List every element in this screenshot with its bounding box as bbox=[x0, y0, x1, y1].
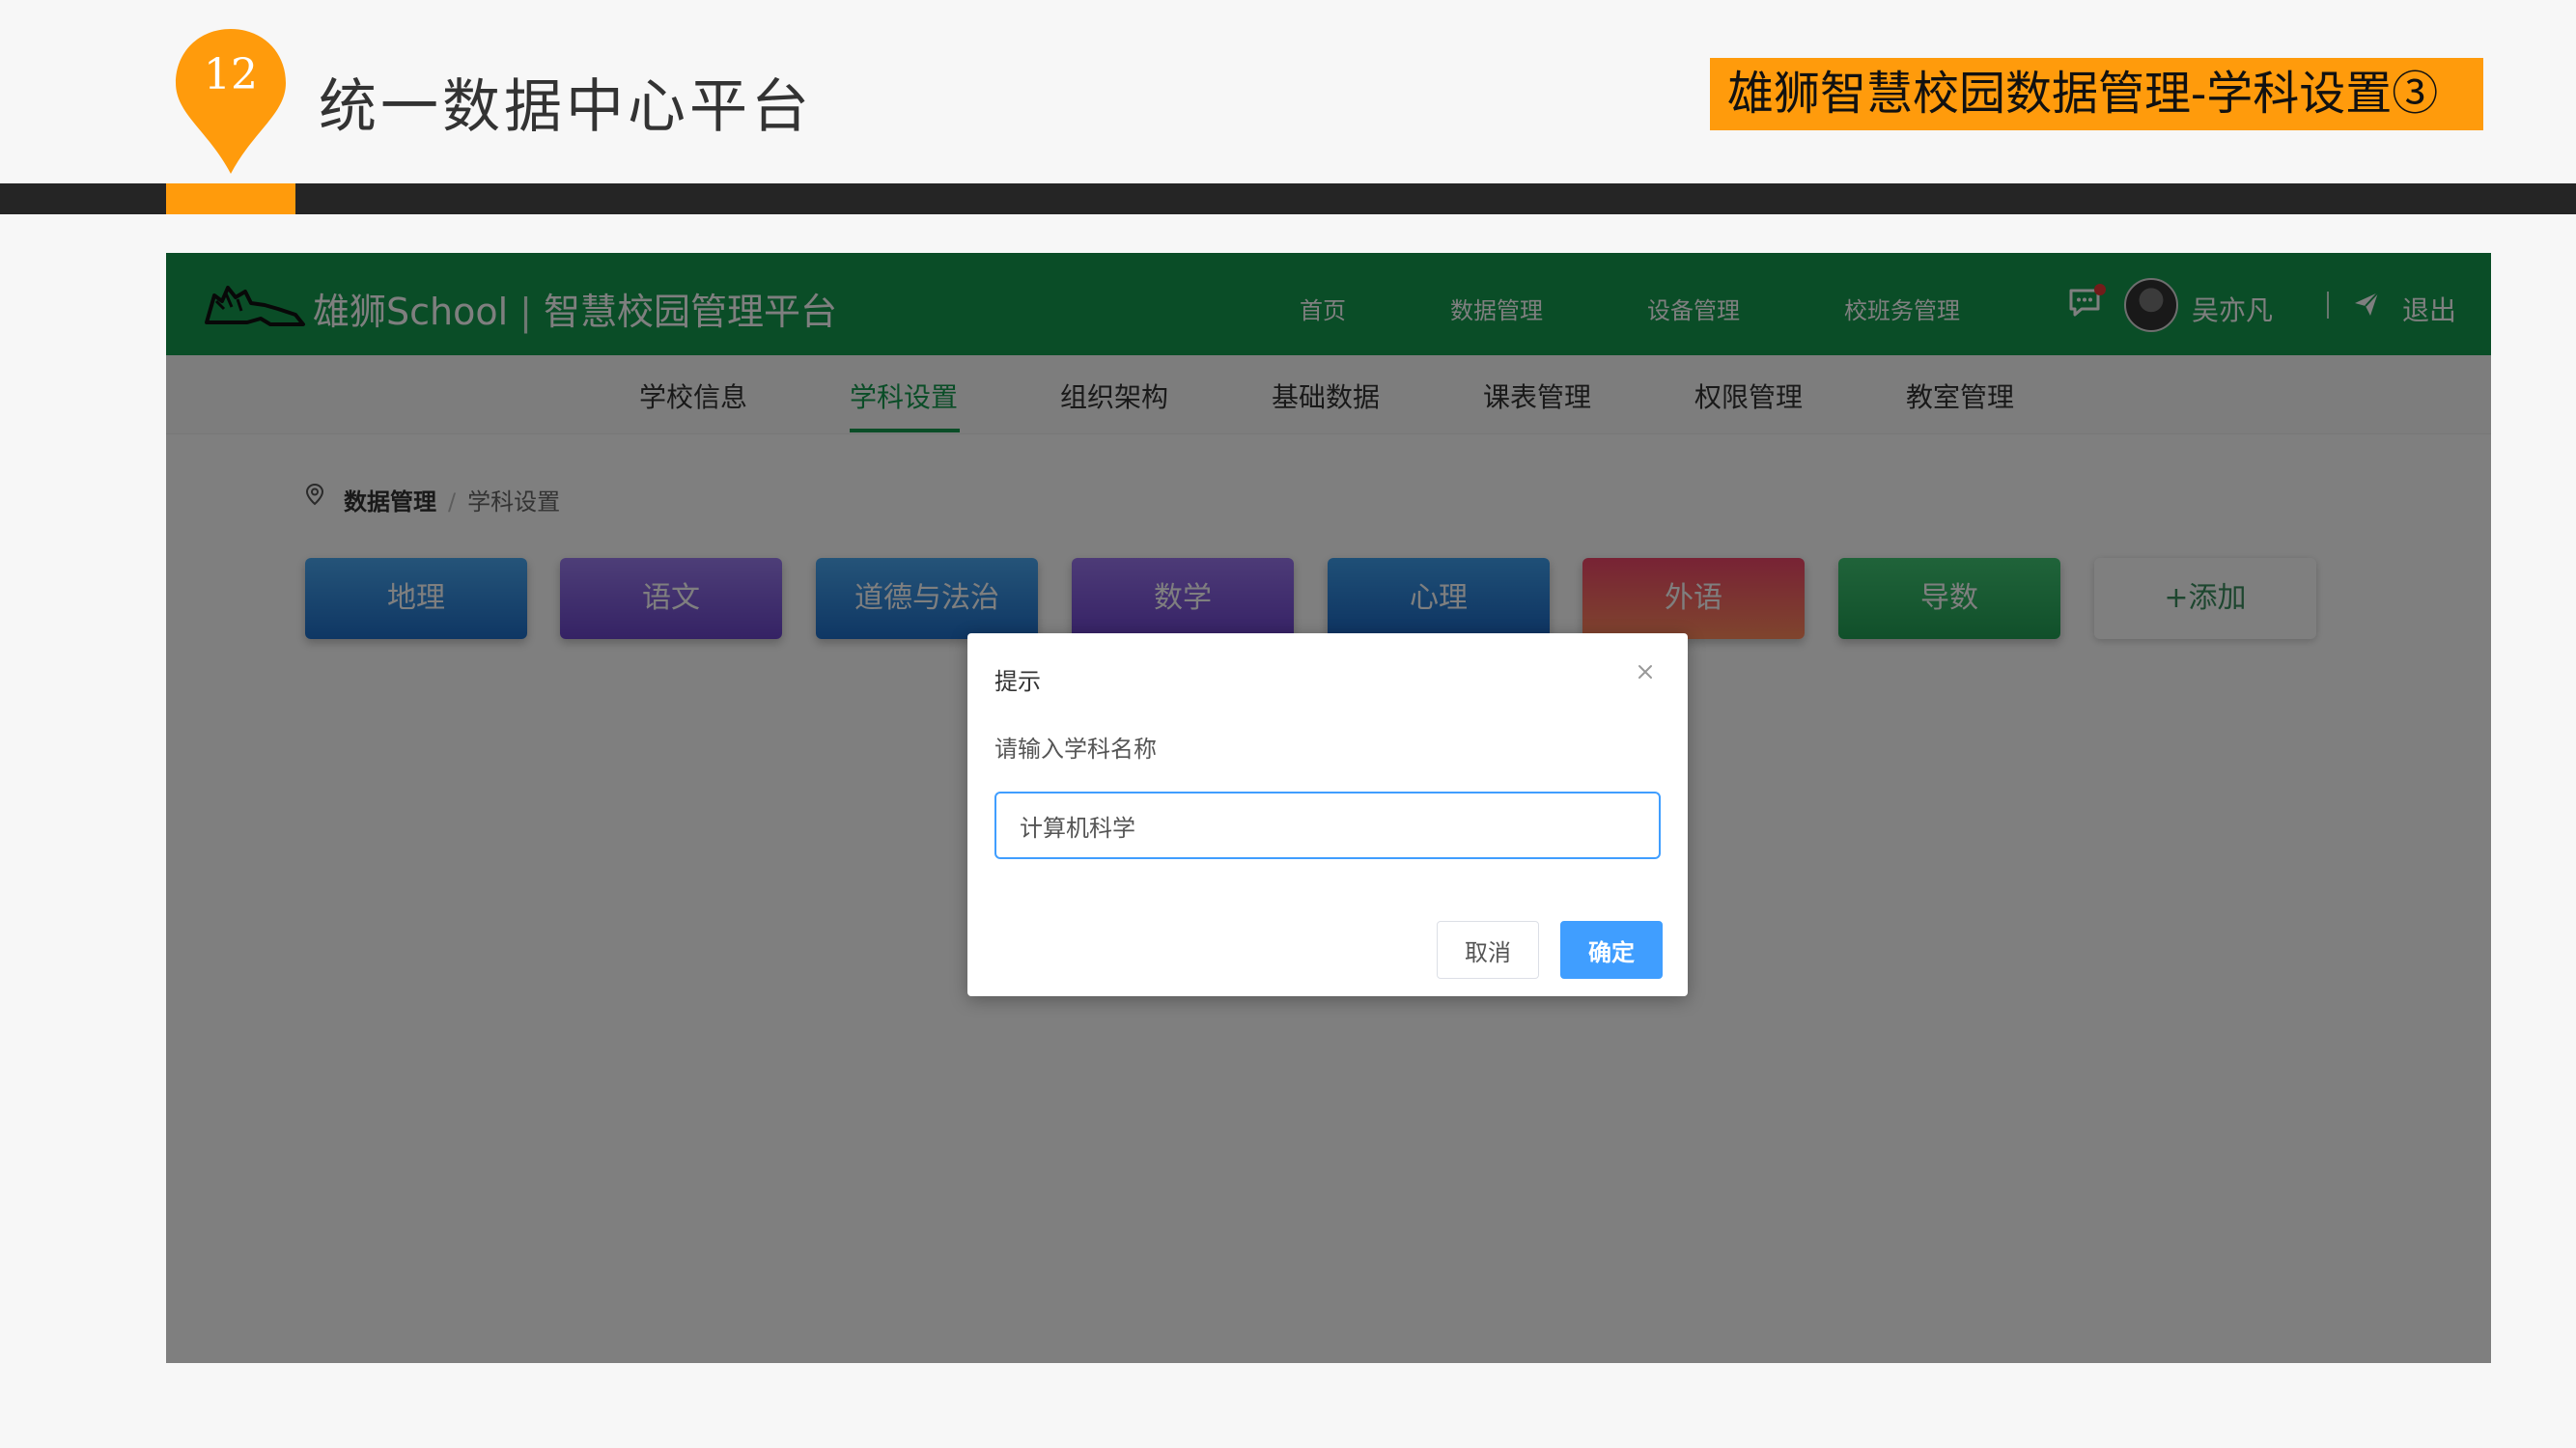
app-window: 雄狮School|智慧校园管理平台 首页 数据管理 设备管理 校班务管理 吴亦凡… bbox=[166, 253, 2491, 1363]
slide-title: 统一数据中心平台 bbox=[319, 73, 813, 141]
confirm-button[interactable]: 确定 bbox=[1560, 921, 1663, 979]
map-pin-icon bbox=[176, 29, 286, 174]
close-icon[interactable] bbox=[1636, 662, 1655, 682]
slide-badge: 雄狮智慧校园数据管理-学科设置③ bbox=[1710, 58, 2483, 130]
subject-name-input[interactable] bbox=[994, 792, 1661, 859]
slide-number: 12 bbox=[204, 50, 258, 99]
slide: 12 统一数据中心平台 雄狮智慧校园数据管理-学科设置③ 雄狮School|智慧… bbox=[0, 0, 2576, 1448]
slide-divider-bar bbox=[0, 183, 2576, 214]
dialog-message: 请输入学科名称 bbox=[994, 736, 1157, 763]
cancel-button[interactable]: 取消 bbox=[1437, 921, 1539, 979]
prompt-dialog: 提示 请输入学科名称 取消 确定 bbox=[967, 633, 1688, 996]
slide-divider-accent bbox=[166, 183, 295, 214]
dialog-title: 提示 bbox=[994, 668, 1041, 695]
